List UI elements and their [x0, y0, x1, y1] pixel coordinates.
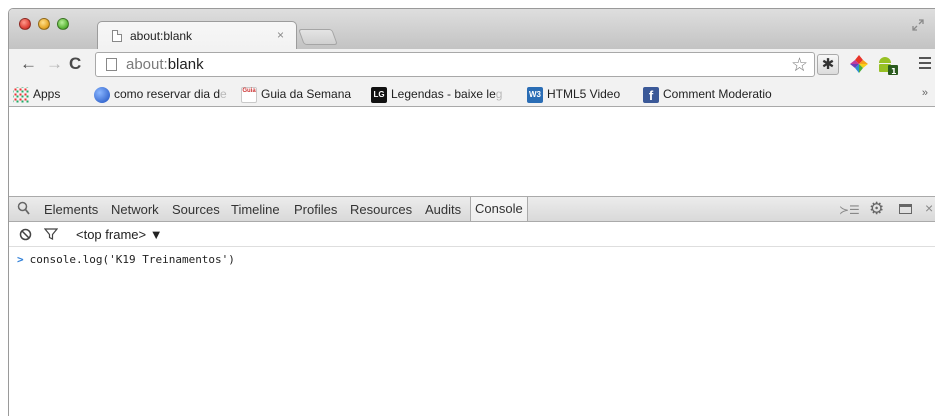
guia-favicon-icon: Guia: [241, 86, 257, 103]
new-tab-button[interactable]: [298, 29, 338, 45]
console-entry: > console.log('K19 Treinamentos'): [17, 253, 235, 266]
close-icon[interactable]: ×: [925, 200, 933, 216]
page-icon: [112, 30, 122, 42]
android-extension-icon[interactable]: 1: [875, 54, 898, 76]
tab-timeline[interactable]: Timeline: [231, 202, 280, 217]
svg-text:1: 1: [891, 67, 897, 76]
devtools-toolbar: Elements Network Sources Timeline Profil…: [9, 196, 935, 222]
browser-window: about:blank × ← → C about:blank ☆ ✱ 1 Ap…: [8, 8, 935, 416]
window-minimize-button[interactable]: [38, 18, 50, 30]
w3-favicon-icon: W3: [527, 86, 543, 103]
globe-icon: [94, 86, 110, 103]
address-bar[interactable]: about:blank ☆: [95, 52, 815, 77]
menu-icon[interactable]: [919, 57, 931, 72]
color-picker-extension-icon[interactable]: [849, 54, 871, 76]
tab-close-icon[interactable]: ×: [277, 28, 284, 42]
bookmark-legendas[interactable]: LG Legendas - baixe leg: [371, 85, 502, 103]
forward-button[interactable]: →: [46, 55, 63, 73]
bookmarks-bar: Apps como reservar dia de Guia Guia da Se…: [9, 81, 935, 107]
clear-console-icon[interactable]: [19, 228, 32, 241]
bookmarks-overflow-icon[interactable]: »: [922, 87, 928, 99]
address-text[interactable]: about:blank: [126, 56, 204, 73]
facebook-icon: f: [643, 86, 659, 103]
legendas-favicon-icon: LG: [371, 86, 387, 103]
tab-about-blank[interactable]: about:blank ×: [97, 21, 297, 49]
tab-network[interactable]: Network: [111, 202, 159, 217]
tab-sources[interactable]: Sources: [172, 202, 220, 217]
bookmark-guia-da-semana[interactable]: Guia Guia da Semana: [241, 85, 351, 103]
window-close-button[interactable]: [19, 18, 31, 30]
tab-profiles[interactable]: Profiles: [294, 202, 337, 217]
fullscreen-icon[interactable]: [912, 19, 924, 31]
bookmark-html5-video[interactable]: W3 HTML5 Video: [527, 85, 620, 103]
search-icon[interactable]: [17, 201, 30, 216]
bookmark-como-reservar[interactable]: como reservar dia de: [94, 85, 227, 103]
bookmark-apps[interactable]: Apps: [13, 85, 60, 103]
page-icon: [106, 58, 117, 71]
filter-icon[interactable]: [43, 227, 59, 241]
dock-icon[interactable]: [899, 204, 912, 214]
prompt-caret-icon: >: [17, 253, 24, 266]
tab-audits[interactable]: Audits: [425, 202, 461, 217]
tab-elements[interactable]: Elements: [44, 202, 98, 217]
apps-grid-icon: [13, 86, 29, 103]
gear-icon[interactable]: ✱: [817, 54, 839, 75]
back-button[interactable]: ←: [20, 55, 37, 73]
tab-resources[interactable]: Resources: [350, 202, 412, 217]
tab-title: about:blank: [130, 29, 193, 43]
window-maximize-button[interactable]: [57, 18, 69, 30]
tab-strip: about:blank ×: [9, 9, 935, 49]
console-log[interactable]: > console.log('K19 Treinamentos'): [9, 247, 935, 416]
console-drawer-icon[interactable]: ≻☰: [839, 203, 860, 217]
bookmark-star-icon[interactable]: ☆: [791, 54, 808, 77]
console-entry-text: console.log('K19 Treinamentos'): [29, 253, 235, 266]
bookmark-comment-moderation[interactable]: f Comment Moderatio: [643, 85, 772, 103]
gear-icon[interactable]: ⚙: [869, 199, 884, 219]
browser-toolbar: ← → C about:blank ☆ ✱ 1: [9, 49, 935, 81]
tab-console[interactable]: Console: [470, 197, 528, 221]
page-content: [9, 107, 935, 196]
reload-button[interactable]: C: [69, 55, 81, 73]
frame-selector-dropdown[interactable]: <top frame> ▼: [76, 227, 163, 242]
console-toolbar: <top frame> ▼: [9, 222, 935, 247]
